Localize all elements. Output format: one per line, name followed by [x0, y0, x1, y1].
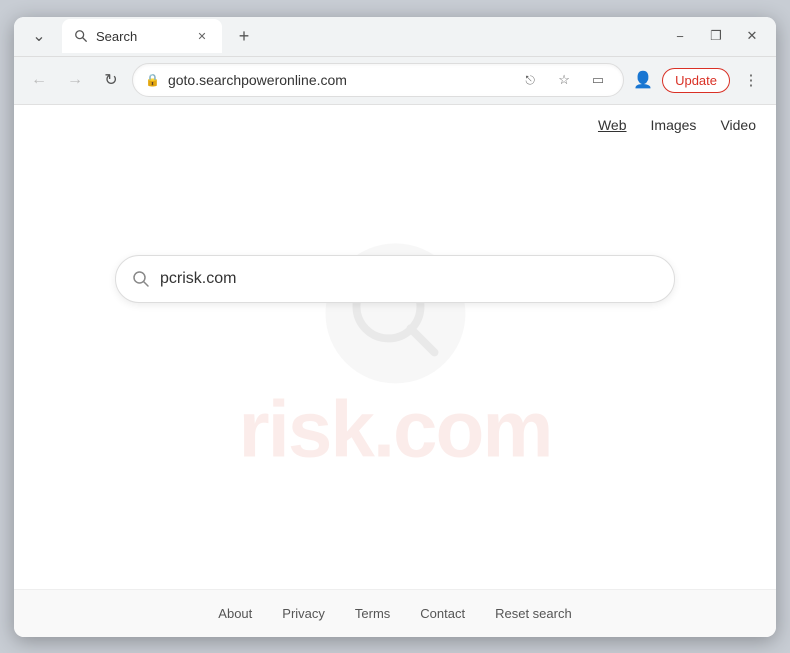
search-box-container: [14, 255, 776, 303]
search-box: [115, 255, 675, 303]
close-button[interactable]: ✕: [738, 22, 766, 50]
menu-button[interactable]: ⋮: [736, 65, 766, 95]
bookmark-button[interactable]: ☆: [551, 67, 577, 93]
back-button[interactable]: ←: [24, 65, 54, 95]
update-button[interactable]: Update: [662, 68, 730, 93]
minimize-button[interactable]: −: [666, 22, 694, 50]
footer-terms-link[interactable]: Terms: [355, 606, 390, 621]
search-box-icon: [132, 270, 150, 288]
tab-title: Search: [96, 29, 186, 44]
restore-button[interactable]: ❐: [702, 22, 730, 50]
url-text: goto.searchpoweronline.com: [168, 72, 509, 88]
new-tab-button[interactable]: +: [230, 22, 258, 50]
address-bar: ← → ↻ 🔒 goto.searchpoweronline.com ⎋ ☆ ▭…: [14, 57, 776, 105]
search-nav-web[interactable]: Web: [598, 117, 627, 135]
footer-reset-search-link[interactable]: Reset search: [495, 606, 572, 621]
window-controls: ⌄: [24, 21, 54, 51]
browser-window: ⌄ Search ✕ + − ❐ ✕ ← →: [14, 17, 776, 637]
url-bar[interactable]: 🔒 goto.searchpoweronline.com ⎋ ☆ ▭: [132, 63, 624, 97]
search-input[interactable]: [160, 270, 658, 288]
reload-button[interactable]: ↻: [96, 65, 126, 95]
profile-button[interactable]: 👤: [630, 67, 656, 93]
footer-privacy-link[interactable]: Privacy: [282, 606, 325, 621]
active-tab[interactable]: Search ✕: [62, 19, 222, 53]
page-footer: About Privacy Terms Contact Reset search: [14, 589, 776, 637]
footer-about-link[interactable]: About: [218, 606, 252, 621]
search-nav-images[interactable]: Images: [651, 117, 697, 135]
chevron-down-btn[interactable]: ⌄: [24, 21, 54, 51]
tab-close-button[interactable]: ✕: [194, 28, 210, 44]
extensions-button[interactable]: ▭: [585, 67, 611, 93]
tab-search-icon: [74, 29, 88, 43]
title-bar: ⌄ Search ✕ + − ❐ ✕: [14, 17, 776, 57]
search-nav: Web Images Video: [14, 105, 776, 135]
lock-icon: 🔒: [145, 73, 160, 87]
share-button[interactable]: ⎋: [517, 67, 543, 93]
watermark-text: risk.com: [238, 383, 551, 475]
page-content: Web Images Video risk.com: [14, 105, 776, 637]
search-nav-video[interactable]: Video: [720, 117, 756, 135]
forward-button[interactable]: →: [60, 65, 90, 95]
footer-contact-link[interactable]: Contact: [420, 606, 465, 621]
